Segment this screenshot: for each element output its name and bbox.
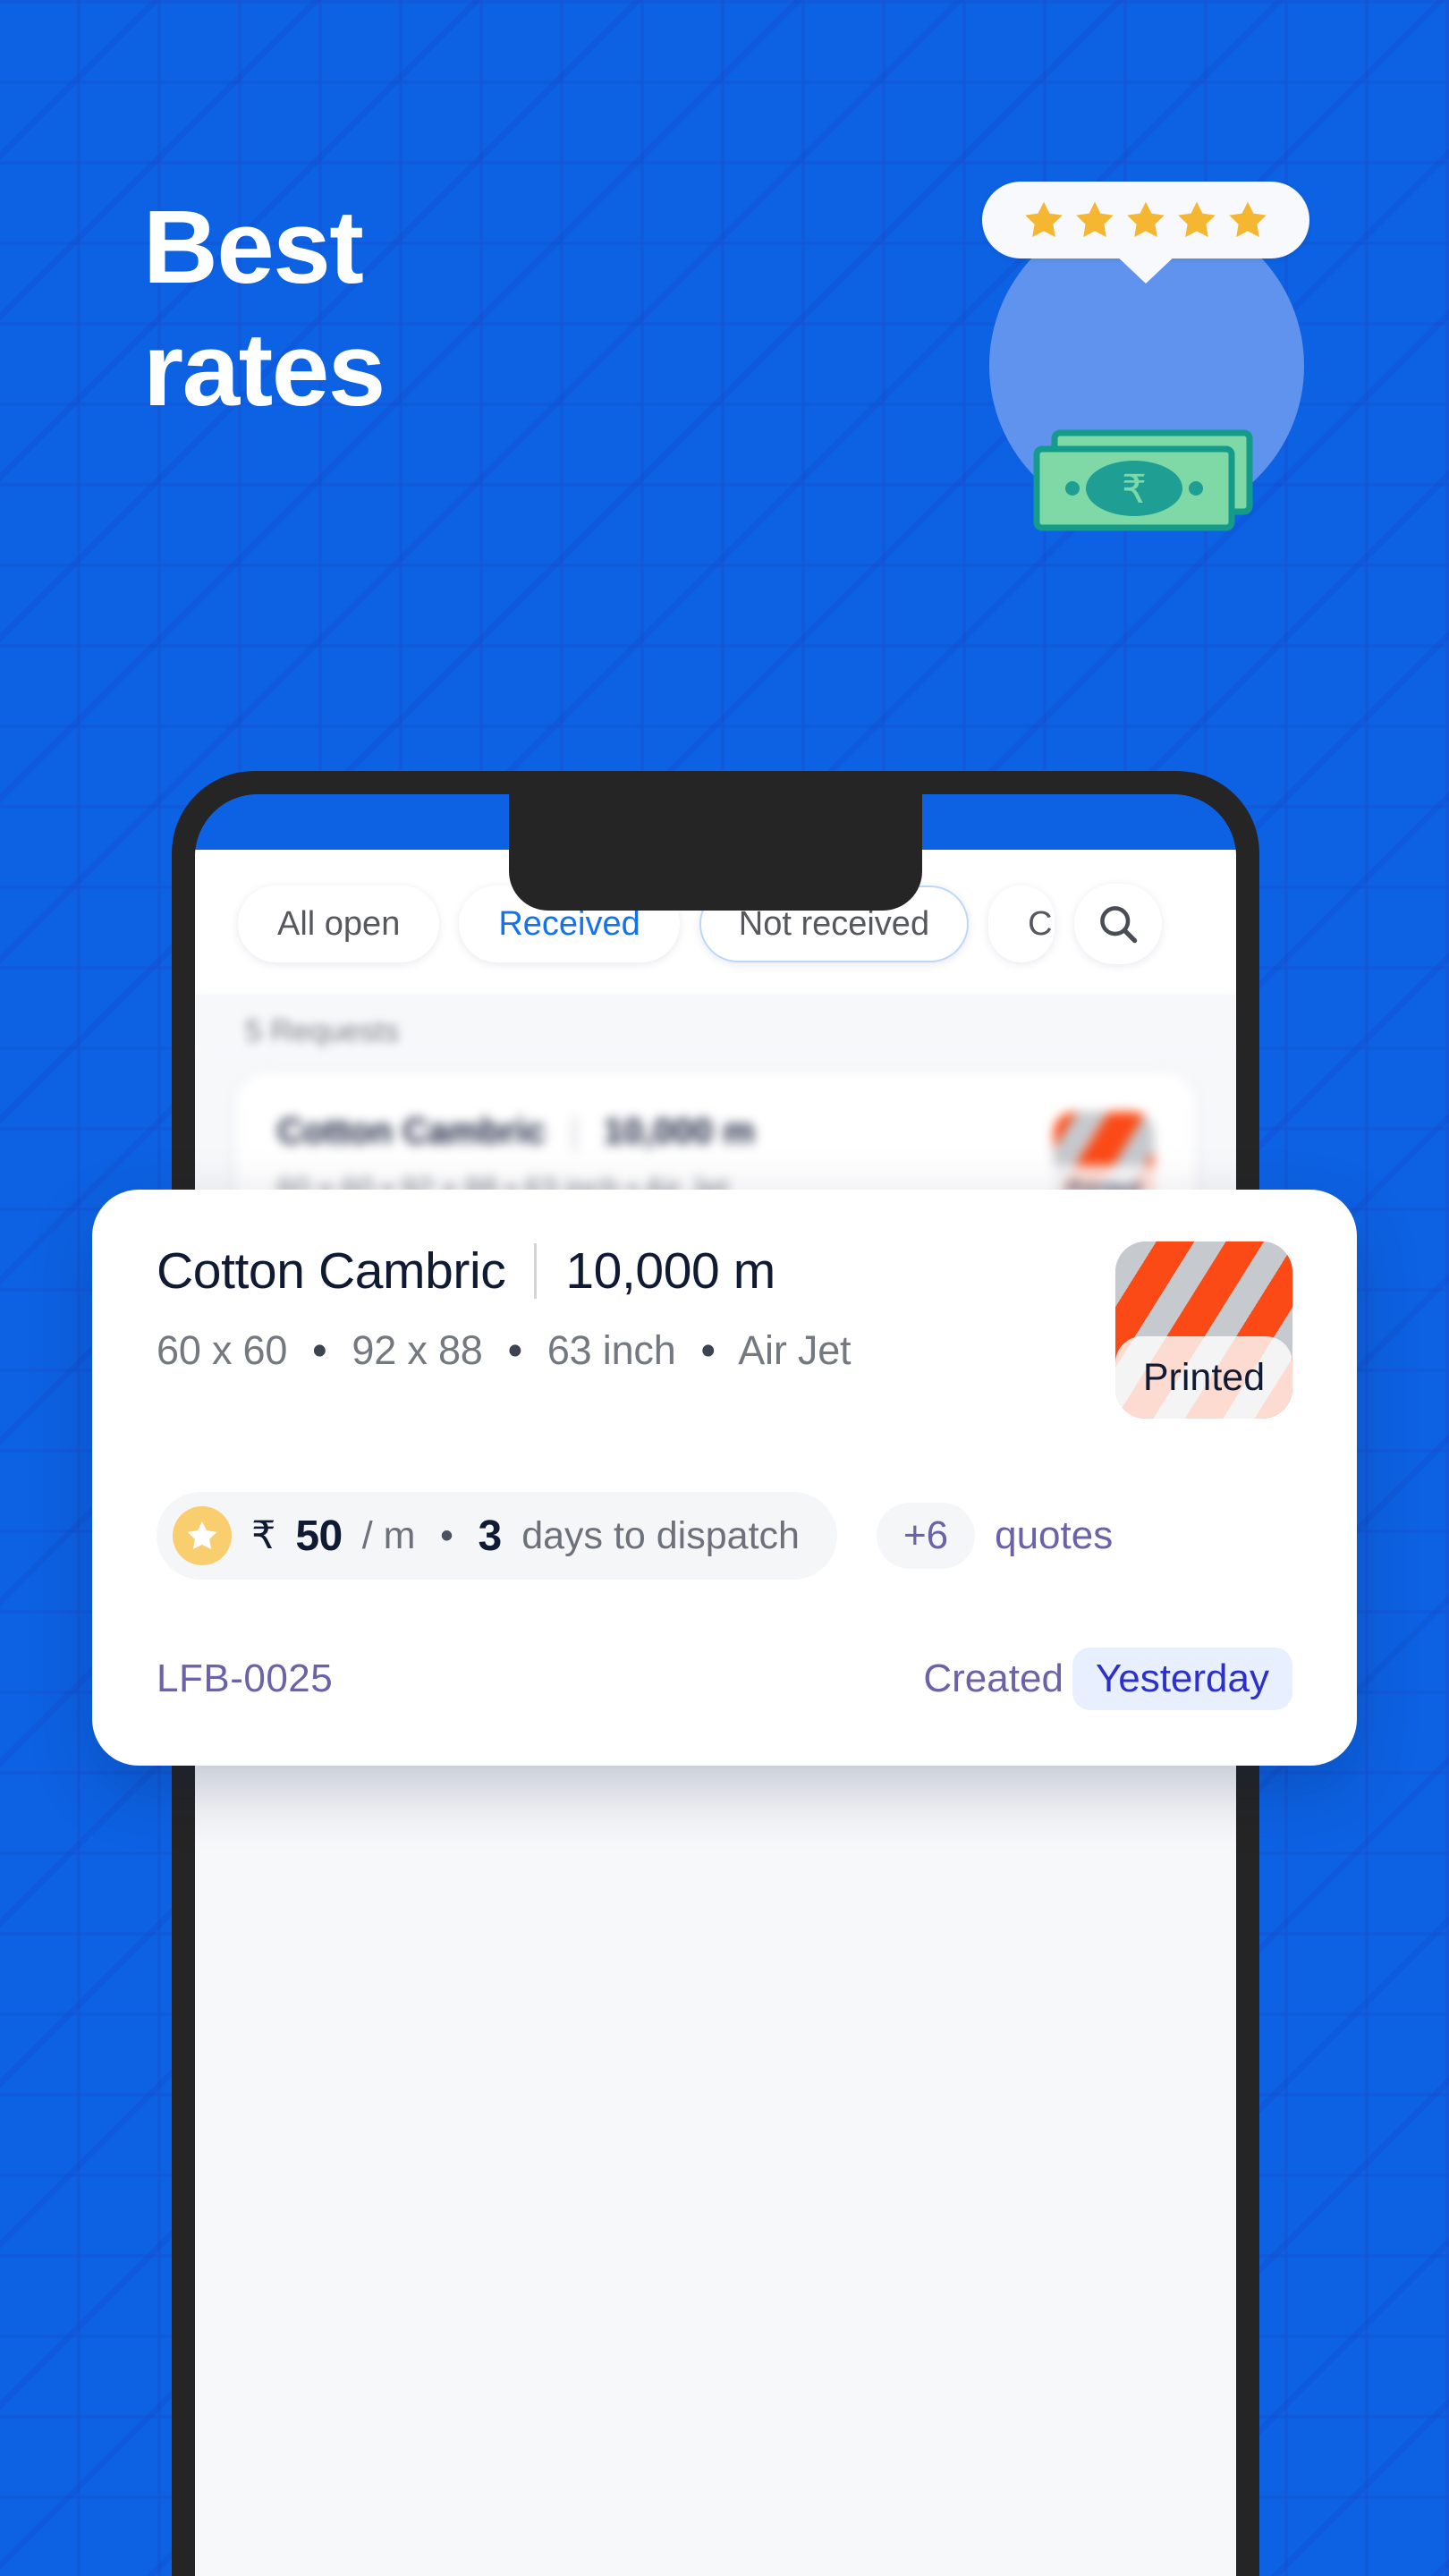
fabric-quantity: 10,000 m: [565, 1242, 775, 1300]
best-rates-badge: ₹: [982, 164, 1309, 531]
dispatch-text: days to dispatch: [521, 1513, 800, 1557]
featured-card-specs: 60 x 60 • 92 x 88 • 63 inch • Air Jet: [157, 1327, 852, 1374]
star-icon: [173, 1506, 232, 1565]
quotes-label: quotes: [995, 1513, 1114, 1557]
quotes-count: +6: [876, 1503, 976, 1569]
featured-card-footer: LFB-0025 Created Yesterday: [157, 1648, 1292, 1710]
star-icon: [1178, 201, 1216, 237]
hero-headline: Best rates: [143, 186, 386, 431]
quotes-chip[interactable]: +6 quotes: [876, 1503, 1114, 1569]
featured-card-thumbnail[interactable]: Printed: [1115, 1241, 1292, 1419]
spec-dot: •: [312, 1327, 327, 1373]
headline-line-1: Best: [143, 189, 364, 305]
created-group: Created Yesterday: [923, 1648, 1292, 1710]
filter-pill-all-open[interactable]: All open: [238, 886, 440, 962]
featured-card-header: Cotton Cambric 10,000 m 60 x 60 • 92 x 8…: [157, 1241, 1292, 1419]
created-label: Created: [923, 1657, 1063, 1700]
mid-dot: •: [440, 1515, 453, 1555]
list-item-quantity: 10,000 m: [603, 1112, 755, 1151]
created-value: Yesterday: [1072, 1648, 1292, 1710]
star-icon: [1076, 201, 1114, 237]
star-icon: [1127, 201, 1165, 237]
request-count-label: 5 Requests: [195, 995, 1236, 1049]
currency-symbol: ₹: [251, 1514, 276, 1557]
list-item-title: Cotton Cambric | 10,000 m: [277, 1112, 755, 1152]
filter-pill-closed[interactable]: C: [988, 886, 1055, 962]
star-icon: [1025, 201, 1063, 237]
price-unit: / m: [361, 1513, 416, 1557]
spec-loom-type: Air Jet: [738, 1327, 852, 1373]
list-item-name: Cotton Cambric: [277, 1112, 546, 1151]
featured-card-price-row: ₹ 50 / m • 3 days to dispatch +6 quotes: [157, 1492, 1292, 1580]
featured-card-title: Cotton Cambric 10,000 m: [157, 1241, 851, 1301]
title-separator: [534, 1243, 538, 1299]
best-price-pill: ₹ 50 / m • 3 days to dispatch: [157, 1492, 837, 1580]
star-icon: [1229, 201, 1267, 237]
spec-width: 63 inch: [547, 1327, 676, 1373]
title-separator: |: [570, 1112, 580, 1151]
svg-text:₹: ₹: [1122, 468, 1147, 512]
search-button[interactable]: [1073, 884, 1162, 964]
rupee-banknote-icon: ₹: [1033, 429, 1253, 531]
price-amount: 50: [295, 1512, 343, 1560]
spec-dot: •: [507, 1327, 522, 1373]
dispatch-days: 3: [478, 1512, 503, 1560]
phone-notch: [509, 794, 922, 911]
star-rating-bubble: [982, 182, 1309, 284]
featured-request-card[interactable]: Cotton Cambric 10,000 m 60 x 60 • 92 x 8…: [92, 1190, 1357, 1766]
reference-id: LFB-0025: [157, 1657, 334, 1700]
spec-epi-ppi: 60 x 60: [157, 1327, 288, 1373]
headline-line-2: rates: [143, 310, 386, 428]
fabric-name: Cotton Cambric: [157, 1242, 506, 1300]
thumbnail-label: Printed: [1115, 1336, 1292, 1419]
search-icon: [1099, 906, 1137, 944]
bubble-tail: [1114, 253, 1178, 284]
promo-poster: Best rates ₹ All open Received Not recei…: [0, 0, 1449, 2576]
spec-construction: 92 x 88: [352, 1327, 483, 1373]
spec-dot: •: [700, 1327, 716, 1373]
